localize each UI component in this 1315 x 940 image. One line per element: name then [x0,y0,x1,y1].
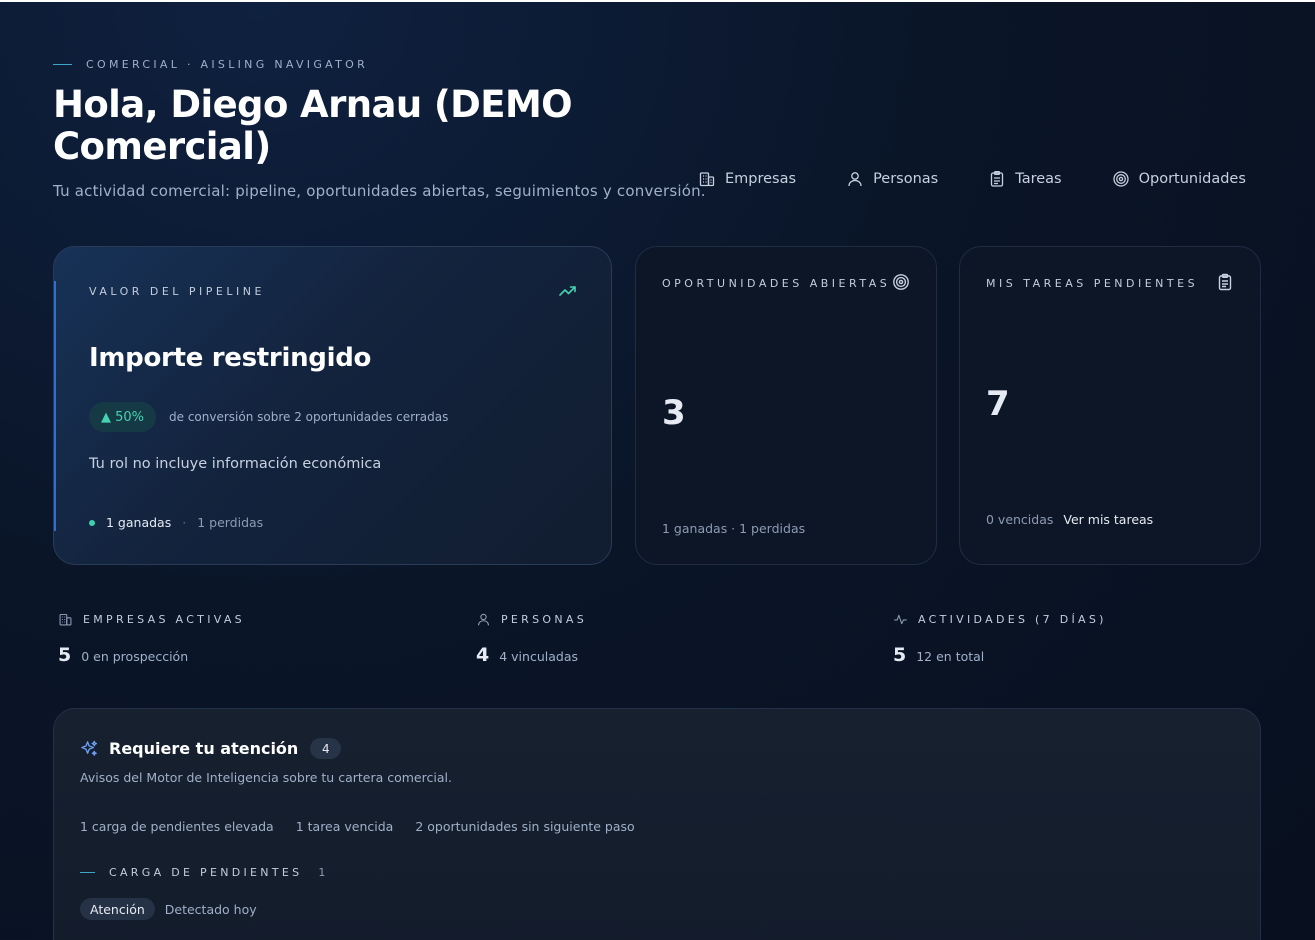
stat-personas: PERSONAS 4 4 vinculadas [476,612,587,666]
stat-value: 5 [58,644,72,666]
lost-count: 1 perdidas [197,515,264,530]
pipeline-amount: Importe restringido [89,343,372,373]
activity-icon [894,614,907,625]
separator: · [182,515,187,530]
stat-header: EMPRESAS ACTIVAS [58,612,245,627]
stat-label: ACTIVIDADES (7 DÍAS) [918,613,1107,626]
nav-label: Personas [873,171,939,187]
conversion-badge: ▲ 50% [89,402,157,432]
attention-description: Avisos del Motor de Inteligencia sobre t… [80,770,452,785]
nav-label: Oportunidades [1138,171,1246,187]
nav-label: Tareas [1015,171,1062,187]
tasks-footer: 0 vencidas Ver mis tareas [986,512,1153,527]
stat-body: 5 0 en prospección [58,644,245,666]
sparkles-icon [81,740,98,756]
target-icon [1112,171,1129,187]
trending-up-icon [559,286,576,296]
won-count: 1 ganadas [106,515,172,530]
attention-count-badge: 4 [310,738,342,759]
stat-header: PERSONAS [476,612,587,627]
stat-value: 4 [476,644,490,666]
tasks-label: MIS TAREAS PENDIENTES [986,277,1199,290]
attention-summary: 1 carga de pendientes elevada 1 tarea ve… [80,819,635,834]
stat-body: 4 4 vinculadas [476,644,587,666]
attention-header: Requiere tu atención 4 [80,738,342,759]
opportunities-footer: 1 ganadas · 1 perdidas [662,521,806,536]
open-opportunities-card[interactable]: OPORTUNIDADES ABIERTAS 3 1 ganadas · 1 p… [635,246,937,565]
pending-tasks-card: MIS TAREAS PENDIENTES 7 0 vencidas Ver m… [959,246,1261,565]
summary-chip[interactable]: 2 oportunidades sin siguiente paso [415,819,634,834]
attention-panel: Requiere tu atención 4 Avisos del Motor … [53,708,1261,940]
won-dot [89,519,95,526]
alert-row[interactable]: Atención Detectado hoy [80,898,257,920]
page-title: Hola, Diego Arnau (DEMO Comercial) [53,83,573,168]
page-subtitle: Tu actividad comercial: pipeline, oportu… [53,182,706,200]
stat-actividades: ACTIVIDADES (7 DÍAS) 5 12 en total [893,612,1107,666]
overdue-count: 0 vencidas [986,512,1054,527]
stat-value: 5 [893,644,907,666]
clipboard-icon [991,171,1004,187]
nav-empresas[interactable]: Empresas [698,170,796,188]
user-icon [848,172,862,187]
nav-label: Empresas [725,171,797,187]
opportunities-label: OPORTUNIDADES ABIERTAS [662,277,891,290]
eyebrow-text: COMERCIAL · AISLING NAVIGATOR [86,58,369,71]
stat-sub: 12 en total [916,649,985,664]
stat-label: PERSONAS [501,613,588,626]
conversion-note: de conversión sobre 2 oportunidades cerr… [169,410,449,424]
eyebrow-dash [53,64,72,65]
section-label: CARGA DE PENDIENTES [109,866,303,879]
top-border [0,0,1315,2]
summary-chip[interactable]: 1 carga de pendientes elevada [80,819,274,834]
summary-chip[interactable]: 1 tarea vencida [296,819,394,834]
attention-title: Requiere tu atención [109,739,299,758]
section-count: 1 [318,866,329,879]
detected-date: Detectado hoy [164,901,257,917]
restriction-note: Tu rol no incluye información económica [89,456,382,472]
building-icon [699,172,715,187]
user-icon [477,613,490,626]
stat-header: ACTIVIDADES (7 DÍAS) [893,612,1107,627]
stat-body: 5 12 en total [893,644,1107,666]
nav-oportunidades[interactable]: Oportunidades [1112,170,1246,188]
quick-nav: Empresas Personas Tareas Oportunidades [698,170,1246,188]
severity-pill: Atención [80,898,155,920]
target-icon [893,274,909,290]
clipboard-icon [1218,273,1232,291]
nav-personas[interactable]: Personas [846,170,938,188]
stat-sub: 4 vinculadas [499,649,578,664]
stat-label: EMPRESAS ACTIVAS [83,613,245,626]
view-tasks-link[interactable]: Ver mis tareas [1063,512,1153,527]
stat-sub: 0 en prospección [81,649,189,664]
section-eyebrow: COMERCIAL · AISLING NAVIGATOR [53,58,368,71]
stat-empresas-activas: EMPRESAS ACTIVAS 5 0 en prospección [58,612,245,666]
tasks-value: 7 [986,384,1010,424]
section-dash [80,872,95,873]
section-header: CARGA DE PENDIENTES 1 [80,866,329,879]
pipeline-footer: 1 ganadas · 1 perdidas [89,515,263,530]
pipeline-label: VALOR DEL PIPELINE [89,285,265,298]
pipeline-card: VALOR DEL PIPELINE Importe restringido ▲… [53,246,612,565]
opportunities-value: 3 [662,393,686,433]
nav-tareas[interactable]: Tareas [988,170,1062,188]
card-accent-bar [54,281,56,531]
building-icon [59,613,72,626]
